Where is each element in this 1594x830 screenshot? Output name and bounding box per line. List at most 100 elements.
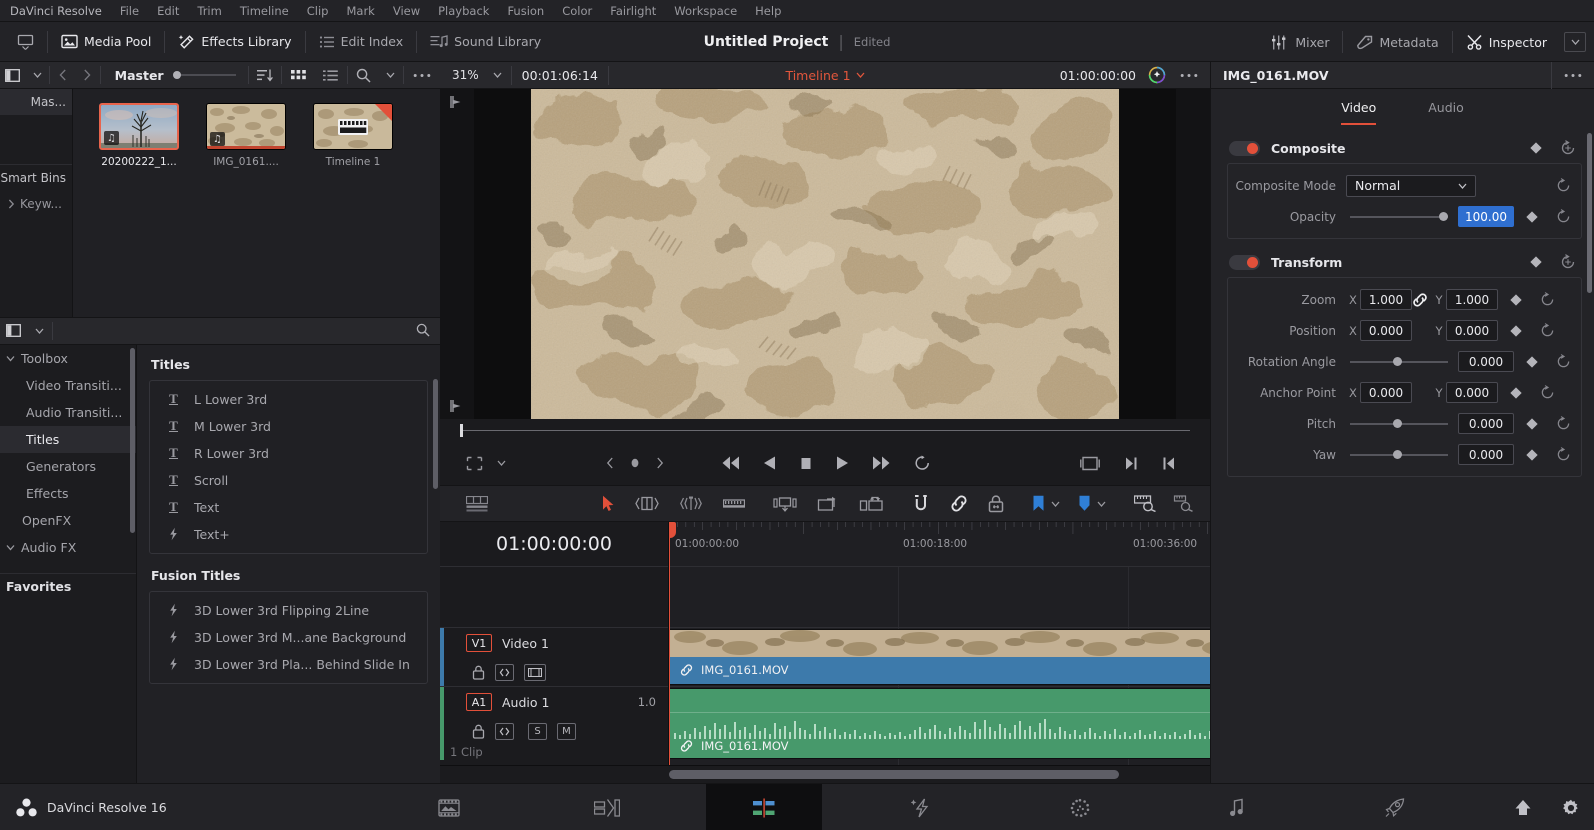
effects-tree-item-titles[interactable]: Titles [0, 425, 136, 453]
slider-knob[interactable] [1393, 418, 1403, 428]
viewer-zoom-dropdown-button[interactable] [485, 62, 511, 89]
keyframe-icon[interactable] [1526, 417, 1538, 430]
menu-item-fusion[interactable]: Fusion [498, 0, 553, 22]
link-xy-icon[interactable] [1412, 292, 1432, 307]
lock-icon[interactable] [472, 724, 485, 739]
menu-item-trim[interactable]: Trim [188, 0, 230, 22]
flag-button[interactable] [1032, 495, 1045, 512]
effects-tree-scrollbar[interactable] [130, 347, 135, 533]
page-button-color[interactable] [1022, 784, 1138, 830]
settings-button[interactable] [1562, 799, 1580, 817]
search-dropdown-button[interactable] [378, 62, 403, 89]
replace-clip-button[interactable] [859, 496, 885, 512]
rotation-value-field[interactable]: 0.000 [1458, 351, 1514, 372]
menu-item-playback[interactable]: Playback [429, 0, 498, 22]
reset-param-icon[interactable] [1556, 209, 1571, 224]
jump-to-end-button[interactable] [872, 455, 892, 471]
timeline-canvas[interactable]: 01:00:00:00 01:00:18:00 01:00:36:00 01:0… [669, 522, 1210, 765]
position-y-field[interactable]: 0.000 [1446, 320, 1498, 341]
flag-lock-button[interactable] [988, 494, 1004, 513]
menu-item-edit[interactable]: Edit [148, 0, 188, 22]
page-button-cut[interactable] [549, 784, 665, 830]
menu-item-timeline[interactable]: Timeline [231, 0, 298, 22]
tab-video[interactable]: Video [1341, 100, 1377, 125]
effects-library-button[interactable]: Effects Library [167, 28, 302, 56]
thumbnail-view-button[interactable] [282, 62, 314, 89]
viewer-zoom-level[interactable]: 31% [440, 68, 485, 82]
bin-item-keywords[interactable]: Keyw... [0, 191, 72, 217]
sidebar-dropdown-button[interactable] [25, 62, 50, 89]
play-button[interactable] [835, 455, 850, 471]
track-id-badge[interactable]: A1 [466, 693, 492, 711]
snapping-button[interactable] [913, 494, 930, 513]
tab-audio[interactable]: Audio [1428, 100, 1464, 125]
page-button-deliver[interactable] [1337, 784, 1453, 830]
timeline-timecode[interactable]: 01:00:00:00 [440, 522, 668, 567]
inspector-button[interactable]: Inspector [1455, 28, 1558, 56]
timeline-view-options-button[interactable] [440, 495, 488, 512]
effect-item[interactable]: T L Lower 3rd [150, 386, 427, 413]
loop-button[interactable] [914, 455, 931, 471]
effects-tree-item-audio-transitions[interactable]: Audio Transiti... [0, 399, 136, 426]
page-button-media[interactable] [391, 784, 507, 830]
reset-param-icon[interactable] [1556, 354, 1571, 369]
scrollbar-thumb[interactable] [669, 770, 1119, 779]
track-header-v1[interactable]: V1 Video 1 [440, 627, 668, 686]
reset-section-icon[interactable] [1560, 140, 1576, 156]
media-pool-button[interactable]: Media Pool [50, 28, 162, 56]
effect-item[interactable]: T Scroll [150, 467, 427, 494]
zoom-x-field[interactable]: 1.000 [1360, 289, 1412, 310]
menu-item-color[interactable]: Color [553, 0, 601, 22]
panel-chevron-button[interactable] [1564, 32, 1586, 52]
menu-item-view[interactable]: View [384, 0, 429, 22]
nav-back-button[interactable] [50, 62, 75, 89]
auto-select-icon[interactable] [495, 663, 514, 681]
bin-item-smart-bins[interactable]: Smart Bins [0, 165, 72, 191]
composite-mode-dropdown[interactable]: Normal [1346, 174, 1476, 197]
yaw-value-field[interactable]: 0.000 [1458, 444, 1514, 465]
zoom-detail-button[interactable] [1172, 495, 1196, 512]
media-pool-options-button[interactable] [404, 62, 440, 89]
reset-section-icon[interactable] [1560, 254, 1576, 270]
menu-item-fairlight[interactable]: Fairlight [601, 0, 665, 22]
pitch-slider[interactable] [1350, 418, 1448, 428]
anchor-y-field[interactable]: 0.000 [1446, 382, 1498, 403]
marker-button[interactable] [1078, 495, 1091, 512]
flag-dropdown-button[interactable] [1051, 501, 1060, 507]
media-clip-thumbnail[interactable]: ♫ 20200222_1... [99, 103, 179, 168]
zoom-y-field[interactable]: 1.000 [1446, 289, 1498, 310]
mark-in-icon[interactable] [449, 95, 465, 109]
marker-dropdown-button[interactable] [1097, 501, 1106, 507]
track-volume-value[interactable]: 1.0 [638, 695, 656, 709]
jump-to-start-button[interactable] [720, 455, 740, 471]
effects-tree-item-generators[interactable]: Generators [0, 453, 136, 480]
metadata-button[interactable]: Metadata [1345, 28, 1449, 56]
mute-icon[interactable]: M [557, 722, 576, 740]
anchor-x-field[interactable]: 0.000 [1360, 382, 1412, 403]
layout-toggle-button[interactable] [6, 28, 45, 56]
auto-select-icon[interactable] [495, 722, 514, 740]
timeline-playhead[interactable] [669, 522, 676, 765]
media-pool-breadcrumb[interactable]: Master [101, 68, 174, 83]
page-button-edit[interactable] [706, 784, 823, 830]
linked-selection-button[interactable] [950, 495, 968, 512]
sort-button[interactable] [249, 62, 281, 89]
viewer-image-area[interactable] [474, 89, 1176, 419]
search-button[interactable] [348, 62, 378, 89]
inspector-options-button[interactable] [1551, 61, 1594, 89]
fx-sidebar-dropdown-button[interactable] [26, 317, 52, 344]
zoom-to-fit-button[interactable] [1134, 495, 1158, 512]
effects-tree-item-video-transitions[interactable]: Video Transiti... [0, 372, 136, 399]
keyframe-icon[interactable] [1530, 256, 1542, 268]
composite-enable-toggle[interactable] [1229, 140, 1260, 156]
track-header-a1[interactable]: A1 Audio 1 1.0 S M 1 Clip [440, 686, 668, 760]
scrub-track[interactable] [460, 423, 1190, 437]
effects-list-scrollbar[interactable] [433, 378, 438, 489]
keyframe-icon[interactable] [1526, 210, 1538, 223]
effects-tree-item-favorites[interactable]: Favorites [0, 572, 136, 600]
effect-item[interactable]: 3D Lower 3rd M...ane Background [150, 624, 427, 651]
effect-item[interactable]: Text+ [150, 521, 427, 548]
solo-icon[interactable]: S [528, 722, 547, 740]
timeline-track-v1[interactable]: IMG_0161.MOV [669, 627, 1210, 686]
reset-param-icon[interactable] [1540, 385, 1555, 400]
